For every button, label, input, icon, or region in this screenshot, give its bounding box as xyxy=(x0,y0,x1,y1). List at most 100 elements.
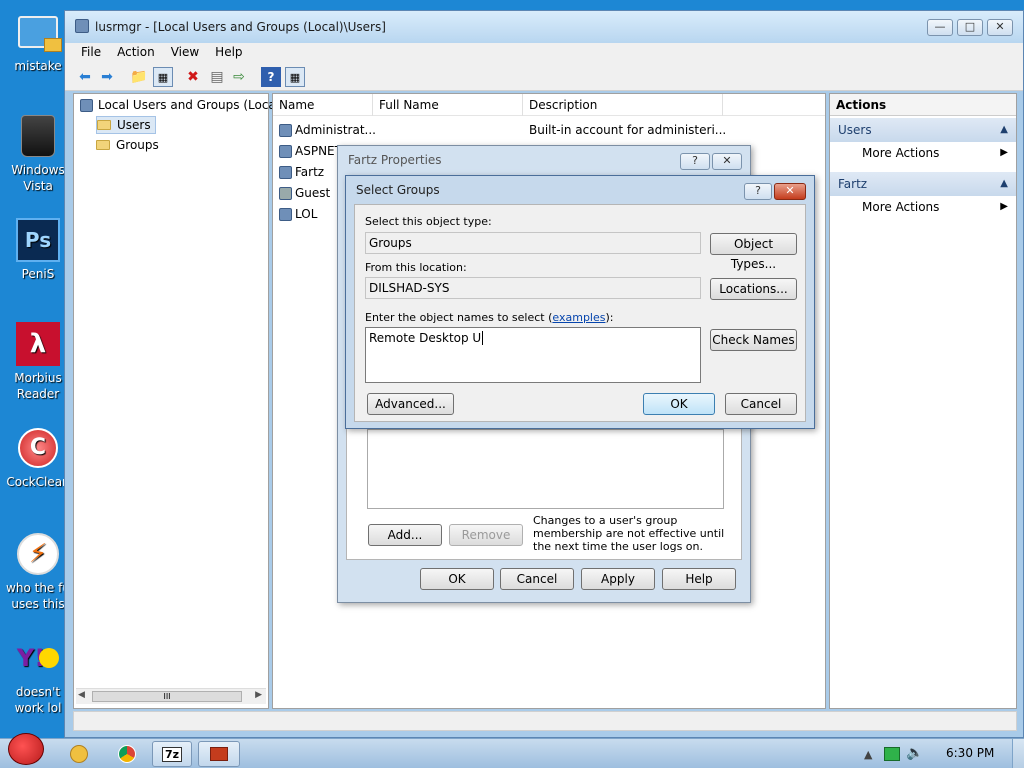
window-titlebar[interactable]: lusrmgr - [Local Users and Groups (Local… xyxy=(65,11,1023,43)
tree-item-users[interactable]: Users xyxy=(96,116,156,134)
back-button[interactable]: ⬅ xyxy=(75,67,95,87)
collapse-up-icon: ▲ xyxy=(1000,124,1008,135)
show-hide-tree-button[interactable]: ▦ xyxy=(153,67,173,87)
dialog-title: Fartz Properties xyxy=(348,153,442,167)
user-icon xyxy=(279,123,292,137)
explorer-quicklaunch-icon[interactable] xyxy=(70,745,88,763)
user-icon xyxy=(279,207,292,221)
help-icon: ? xyxy=(692,154,698,167)
column-header-name[interactable]: Name xyxy=(273,94,373,116)
ok-button[interactable]: OK xyxy=(643,393,715,415)
menu-view[interactable]: View xyxy=(163,43,207,61)
column-header-full-name[interactable]: Full Name xyxy=(373,94,523,116)
ccleaner-icon: C xyxy=(16,426,60,470)
clock[interactable]: 6:30 PM xyxy=(946,746,994,760)
location-field: DILSHAD-SYS xyxy=(365,277,701,299)
chrome-icon[interactable] xyxy=(118,745,136,763)
scroll-right-arrow-icon[interactable]: ▶ xyxy=(255,690,262,700)
list-item-user[interactable]: Fartz xyxy=(279,162,324,182)
folder-icon xyxy=(96,140,110,150)
close-button[interactable]: ✕ xyxy=(774,183,806,200)
help-button[interactable]: ? xyxy=(261,67,281,87)
object-names-label: Enter the object names to select (exampl… xyxy=(365,311,614,324)
more-actions-label: More Actions xyxy=(862,200,940,214)
action-pane-icon: ▦ xyxy=(289,70,301,84)
chevron-right-icon: ▶ xyxy=(1000,147,1008,158)
pdf-reader-icon: λ xyxy=(16,322,60,366)
more-actions-label: More Actions xyxy=(862,146,940,160)
list-item-user[interactable]: Administrat... xyxy=(279,120,376,140)
help-button[interactable]: Help xyxy=(662,568,736,590)
cancel-button[interactable]: Cancel xyxy=(500,568,574,590)
user-name: Fartz xyxy=(295,165,325,179)
network-tray-icon[interactable] xyxy=(884,747,900,761)
close-button[interactable]: ✕ xyxy=(987,19,1013,36)
ok-button[interactable]: OK xyxy=(420,568,494,590)
user-icon xyxy=(279,165,292,179)
volume-tray-icon[interactable]: 🔈 xyxy=(906,745,923,761)
examples-link[interactable]: examples xyxy=(552,311,605,324)
toolbar: ⬅ ➡ 📁 ▦ ✖ ▤ ⇨ ? ▦ xyxy=(65,63,1023,91)
apply-button[interactable]: Apply xyxy=(581,568,655,590)
close-icon: ✕ xyxy=(995,20,1005,33)
list-item-user[interactable]: LOL xyxy=(279,204,317,224)
forward-button[interactable]: ➡ xyxy=(97,67,117,87)
more-actions-fartz[interactable]: More Actions ▶ xyxy=(830,196,1016,218)
list-item-user[interactable]: ASPNET xyxy=(279,141,342,161)
disabled-user-icon xyxy=(279,186,292,200)
scroll-left-arrow-icon[interactable]: ◀ xyxy=(78,690,85,700)
object-types-button[interactable]: Object Types... xyxy=(710,233,797,271)
show-desktop-button[interactable] xyxy=(1012,739,1024,768)
check-names-button[interactable]: Check Names xyxy=(710,329,797,351)
list-item-user[interactable]: Guest xyxy=(279,183,330,203)
menu-help[interactable]: Help xyxy=(207,43,250,61)
help-caption-button[interactable]: ? xyxy=(744,183,772,200)
advanced-button[interactable]: Advanced... xyxy=(367,393,454,415)
select-groups-dialog: Select Groups ? ✕ Select this object typ… xyxy=(345,175,815,429)
close-button[interactable]: ✕ xyxy=(712,153,742,170)
maximize-button[interactable]: □ xyxy=(957,19,983,36)
angry-bird-start-icon xyxy=(8,733,44,765)
more-actions-users[interactable]: More Actions ▶ xyxy=(830,142,1016,164)
restore-icon: □ xyxy=(964,20,976,33)
status-bar xyxy=(73,711,1017,731)
taskbar-task-computer-management[interactable] xyxy=(198,741,240,767)
list-header: Name Full Name Description xyxy=(273,94,825,116)
locations-button[interactable]: Locations... xyxy=(710,278,797,300)
export-list-icon: ⇨ xyxy=(233,69,245,85)
folder-up-icon: 📁 xyxy=(130,69,148,85)
minimize-button[interactable]: — xyxy=(927,19,953,36)
add-group-button[interactable]: Add... xyxy=(368,524,442,546)
scroll-thumb[interactable]: III xyxy=(92,691,242,702)
help-caption-button[interactable]: ? xyxy=(680,153,710,170)
properties-button[interactable]: ▤ xyxy=(207,67,227,87)
show-hide-action-pane-button[interactable]: ▦ xyxy=(285,67,305,87)
menu-bar: File Action View Help xyxy=(65,43,1023,63)
actions-section-header[interactable]: Users ▲ xyxy=(830,118,1016,142)
menu-action[interactable]: Action xyxy=(109,43,163,61)
tree-root[interactable]: Local Users and Groups (Loca xyxy=(80,96,276,114)
menu-file[interactable]: File xyxy=(73,43,109,61)
taskbar-task-7zip[interactable]: 7z xyxy=(152,741,192,767)
cancel-button[interactable]: Cancel xyxy=(725,393,797,415)
trash-bin-icon xyxy=(16,114,60,158)
member-of-list[interactable] xyxy=(367,429,724,509)
tray-expand-icon[interactable]: ▲ xyxy=(864,748,872,761)
export-list-button[interactable]: ⇨ xyxy=(229,67,249,87)
up-level-button[interactable]: 📁 xyxy=(129,67,149,87)
tree-item-groups[interactable]: Groups xyxy=(96,136,159,154)
actions-section-header[interactable]: Fartz ▲ xyxy=(830,172,1016,196)
tree-horizontal-scrollbar[interactable]: ◀ III ▶ xyxy=(76,688,266,704)
delete-button[interactable]: ✖ xyxy=(183,67,203,87)
object-names-input[interactable]: Remote Desktop U xyxy=(365,327,701,383)
column-header-description[interactable]: Description xyxy=(523,94,723,116)
close-icon: ✕ xyxy=(785,184,795,197)
properties-icon: ▤ xyxy=(210,69,224,85)
forward-arrow-icon: ➡ xyxy=(101,69,113,85)
computer-folder-icon xyxy=(16,10,62,54)
user-icon xyxy=(279,144,292,158)
collapse-up-icon: ▲ xyxy=(1000,178,1008,189)
user-name: Guest xyxy=(295,186,331,200)
computer-management-icon xyxy=(210,747,228,761)
start-button[interactable] xyxy=(0,729,56,768)
